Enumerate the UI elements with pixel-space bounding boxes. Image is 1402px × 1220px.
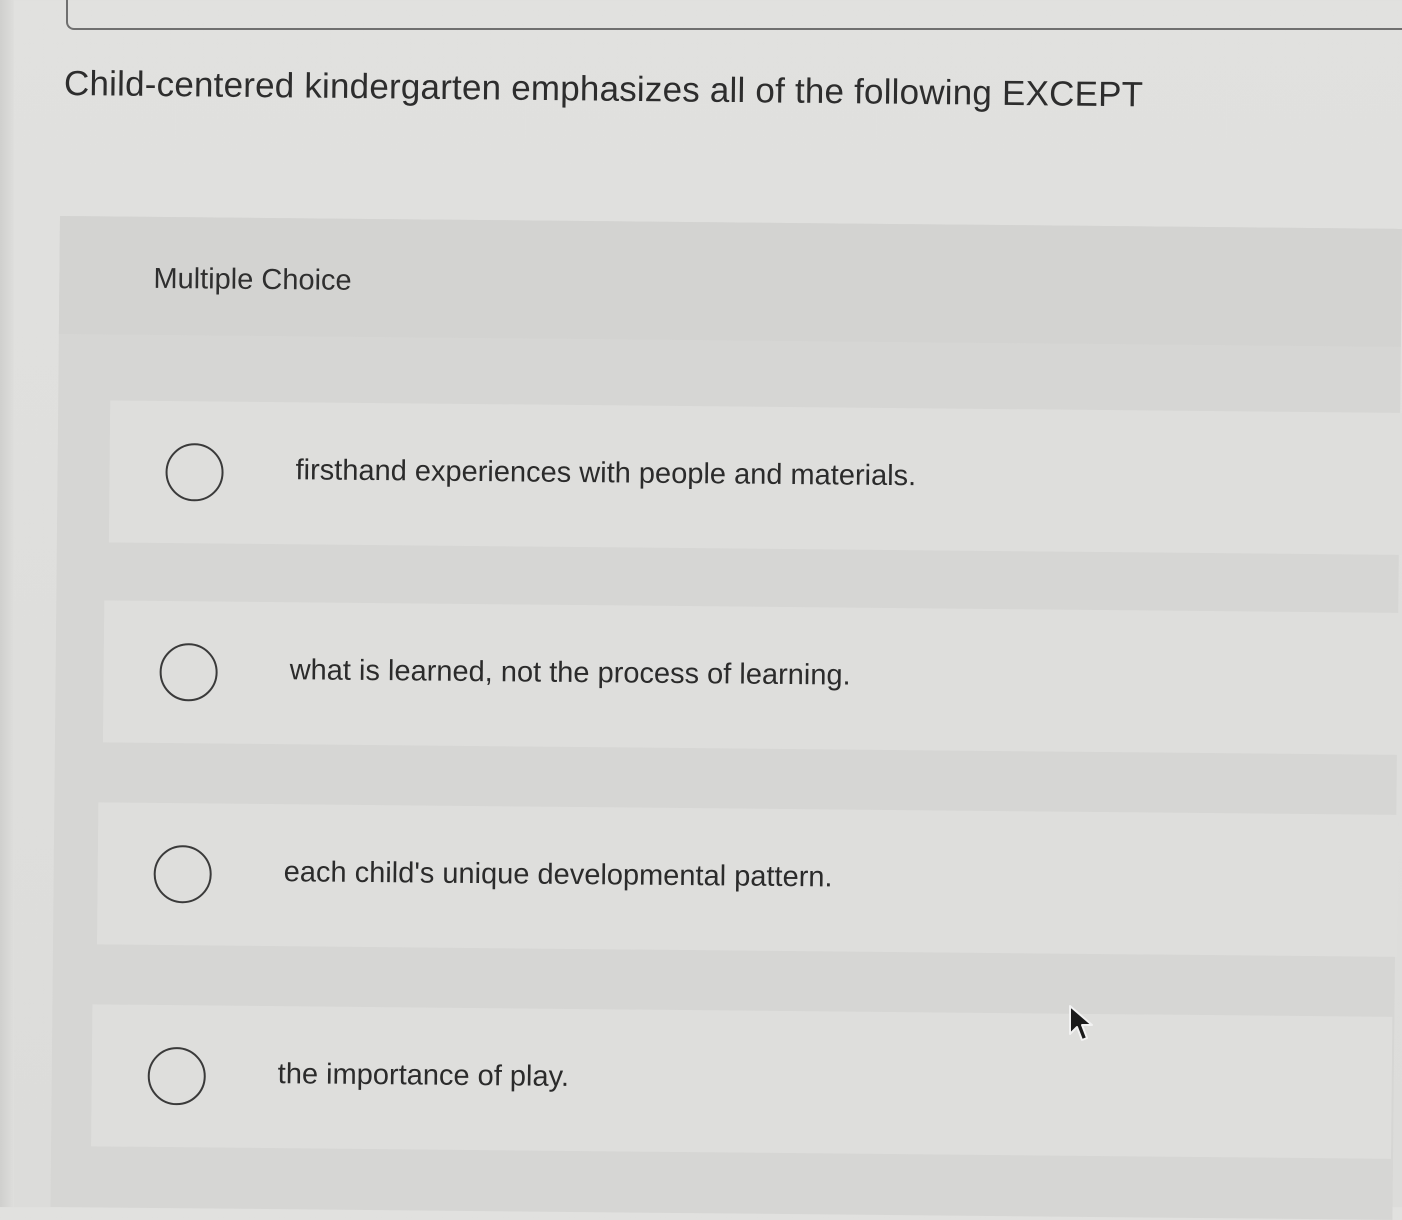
choice-label: firsthand experiences with people and ma… (295, 454, 917, 493)
question-type-header: Multiple Choice (58, 216, 1402, 347)
radio-button-empty-icon[interactable] (147, 1046, 207, 1106)
question-prompt: Child-centered kindergarten emphasizes a… (63, 64, 1144, 115)
screen-left-edge (0, 0, 14, 1207)
radio-button-empty-icon[interactable] (159, 642, 218, 702)
answer-panel: Multiple Choice firsthand experiences wi… (50, 216, 1402, 1220)
choice-option-4[interactable]: the importance of play. (91, 1004, 1393, 1159)
radio-button-empty-icon[interactable] (165, 443, 224, 502)
choice-option-3[interactable]: each child's unique developmental patter… (97, 802, 1399, 957)
choice-option-2[interactable]: what is learned, not the process of lear… (102, 600, 1402, 755)
top-divider (66, 0, 1402, 30)
question-type-label: Multiple Choice (153, 262, 352, 297)
choice-label: what is learned, not the process of lear… (289, 654, 851, 692)
choice-label: the importance of play. (277, 1058, 570, 1093)
choice-label: each child's unique developmental patter… (283, 856, 833, 894)
radio-button-empty-icon[interactable] (153, 844, 212, 904)
mouse-pointer-icon (1069, 1005, 1093, 1041)
choice-option-1[interactable]: firsthand experiences with people and ma… (108, 400, 1402, 555)
